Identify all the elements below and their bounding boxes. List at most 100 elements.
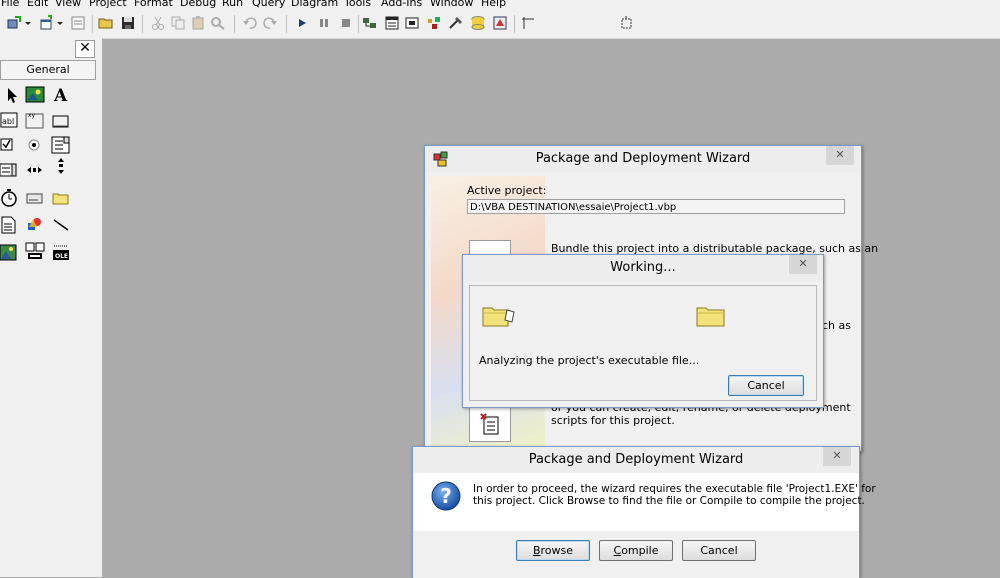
chevron-down-icon[interactable]: [24, 15, 32, 31]
working-status: Analyzing the project's executable file.…: [479, 354, 700, 367]
menu-tools[interactable]: Tools: [344, 0, 371, 9]
picturebox-icon[interactable]: [25, 85, 45, 105]
browse-button[interactable]: Browse: [516, 540, 590, 561]
toolbox-icon[interactable]: [448, 15, 464, 31]
svg-text:abl: abl: [2, 117, 14, 126]
menu-query[interactable]: Query: [252, 0, 285, 9]
checkbox-icon[interactable]: [0, 135, 20, 155]
combobox-icon[interactable]: [51, 135, 71, 155]
menu-bar: File Edit View Project Format Debug Run …: [0, 0, 1000, 10]
ole-icon[interactable]: OLE: [51, 242, 71, 262]
prompt-titlebar: Package and Deployment Wizard ✕: [413, 447, 859, 473]
working-close-button[interactable]: ✕: [789, 255, 817, 274]
menu-editor-icon[interactable]: [70, 15, 86, 31]
paste-icon[interactable]: [190, 15, 206, 31]
svg-text:?: ?: [440, 484, 452, 508]
menu-edit[interactable]: Edit: [27, 0, 48, 9]
source-folder-icon: [482, 307, 515, 327]
add-project-icon[interactable]: [6, 15, 22, 31]
frame-icon[interactable]: xy: [25, 110, 45, 130]
wizard-titlebar: Package and Deployment Wizard ✕: [425, 146, 861, 172]
working-cancel-button[interactable]: Cancel: [728, 375, 804, 396]
standard-toolbar: [0, 10, 1000, 39]
manage-scripts-button[interactable]: [469, 406, 511, 442]
menu-debug[interactable]: Debug: [180, 0, 216, 9]
optionbutton-icon[interactable]: [25, 135, 45, 155]
compile-button[interactable]: Compile: [599, 540, 673, 561]
open-project-icon[interactable]: [98, 15, 114, 31]
data-view-icon[interactable]: [470, 15, 486, 31]
prompt-close-button[interactable]: ✕: [823, 447, 851, 466]
listbox-icon[interactable]: [0, 160, 20, 180]
data-icon[interactable]: [25, 242, 45, 262]
image-icon[interactable]: [0, 242, 20, 262]
undo-icon[interactable]: [242, 15, 258, 31]
filelistbox-icon[interactable]: [0, 215, 20, 235]
svg-text:OLE: OLE: [55, 253, 68, 260]
copy-icon[interactable]: [170, 15, 186, 31]
project-explorer-icon[interactable]: [362, 15, 378, 31]
active-project-label: Active project:: [467, 184, 547, 197]
add-form-icon[interactable]: [38, 15, 54, 31]
line-icon[interactable]: [51, 215, 71, 235]
shape-icon[interactable]: [25, 215, 45, 235]
compile-label: ompile: [621, 544, 659, 557]
menu-addins[interactable]: Add-Ins: [381, 0, 422, 9]
prompt-cancel-button[interactable]: Cancel: [682, 540, 756, 561]
wizard-title: Package and Deployment Wizard: [535, 151, 751, 166]
redo-icon[interactable]: [262, 15, 278, 31]
object-browser-icon[interactable]: [426, 15, 442, 31]
prompt-title: Package and Deployment Wizard: [528, 452, 744, 467]
menu-format[interactable]: Format: [134, 0, 173, 9]
drivelistbox-icon[interactable]: [25, 188, 45, 208]
working-title: Working...: [610, 260, 676, 275]
working-content: Analyzing the project's executable file.…: [469, 285, 817, 401]
svg-text:xy: xy: [28, 112, 36, 119]
prompt-body: ? In order to proceed, the wizard requir…: [413, 473, 876, 578]
deploy-description-fragment: ch as: [822, 319, 851, 332]
toolbox-panel: ✕ General A abl xy OLE: [0, 38, 103, 577]
toolbox-close-button[interactable]: ✕: [75, 40, 95, 58]
svg-text:A: A: [53, 86, 68, 105]
component-manager-icon[interactable]: [492, 15, 508, 31]
manage-scripts-description-2: scripts for this project.: [551, 414, 675, 427]
vscrollbar-icon[interactable]: [51, 156, 71, 176]
cut-icon[interactable]: [150, 15, 166, 31]
working-titlebar: Working... ✕: [463, 255, 823, 281]
toolbox-general-tab[interactable]: General: [0, 60, 96, 80]
label-icon[interactable]: A: [51, 85, 71, 105]
save-icon[interactable]: [120, 15, 136, 31]
menu-window[interactable]: Window: [430, 0, 473, 9]
destination-folder-icon: [696, 307, 725, 327]
break-icon[interactable]: [316, 15, 332, 31]
wizard-close-button[interactable]: ✕: [826, 146, 854, 165]
chevron-down-icon[interactable]: [56, 15, 64, 31]
question-icon: ?: [431, 481, 461, 511]
dirlistbox-icon[interactable]: [51, 188, 71, 208]
properties-window-icon[interactable]: [384, 15, 400, 31]
form-layout-icon[interactable]: [404, 15, 420, 31]
timer-icon[interactable]: [0, 188, 20, 208]
size-icon: [621, 16, 632, 29]
find-icon[interactable]: [210, 15, 226, 31]
menu-view[interactable]: View: [55, 0, 81, 9]
menu-file[interactable]: File: [1, 0, 19, 9]
textbox-icon[interactable]: abl: [0, 110, 20, 130]
select-pointer-icon[interactable]: [2, 85, 22, 105]
menu-run[interactable]: Run: [222, 0, 243, 9]
prompt-message-line2: this project. Click Browse to find the f…: [473, 495, 865, 507]
menu-diagram[interactable]: Diagram: [291, 0, 338, 9]
position-icon: [522, 17, 534, 29]
commandbutton-icon[interactable]: [51, 110, 71, 130]
active-project-field[interactable]: D:\VBA DESTINATION\essaie\Project1.vbp: [467, 199, 845, 214]
start-icon[interactable]: [294, 15, 310, 31]
end-icon[interactable]: [338, 15, 354, 31]
working-dialog: Working... ✕ Analyzing the project's exe…: [462, 254, 824, 408]
menu-project[interactable]: Project: [89, 0, 127, 9]
script-document-icon: [480, 413, 499, 435]
menu-help[interactable]: Help: [481, 0, 506, 9]
prompt-message-line1: In order to proceed, the wizard requires…: [473, 483, 876, 495]
prompt-button-bar: Browse Compile Cancel: [413, 531, 859, 578]
browse-accel: B: [532, 544, 541, 557]
hscrollbar-icon[interactable]: [25, 160, 45, 180]
